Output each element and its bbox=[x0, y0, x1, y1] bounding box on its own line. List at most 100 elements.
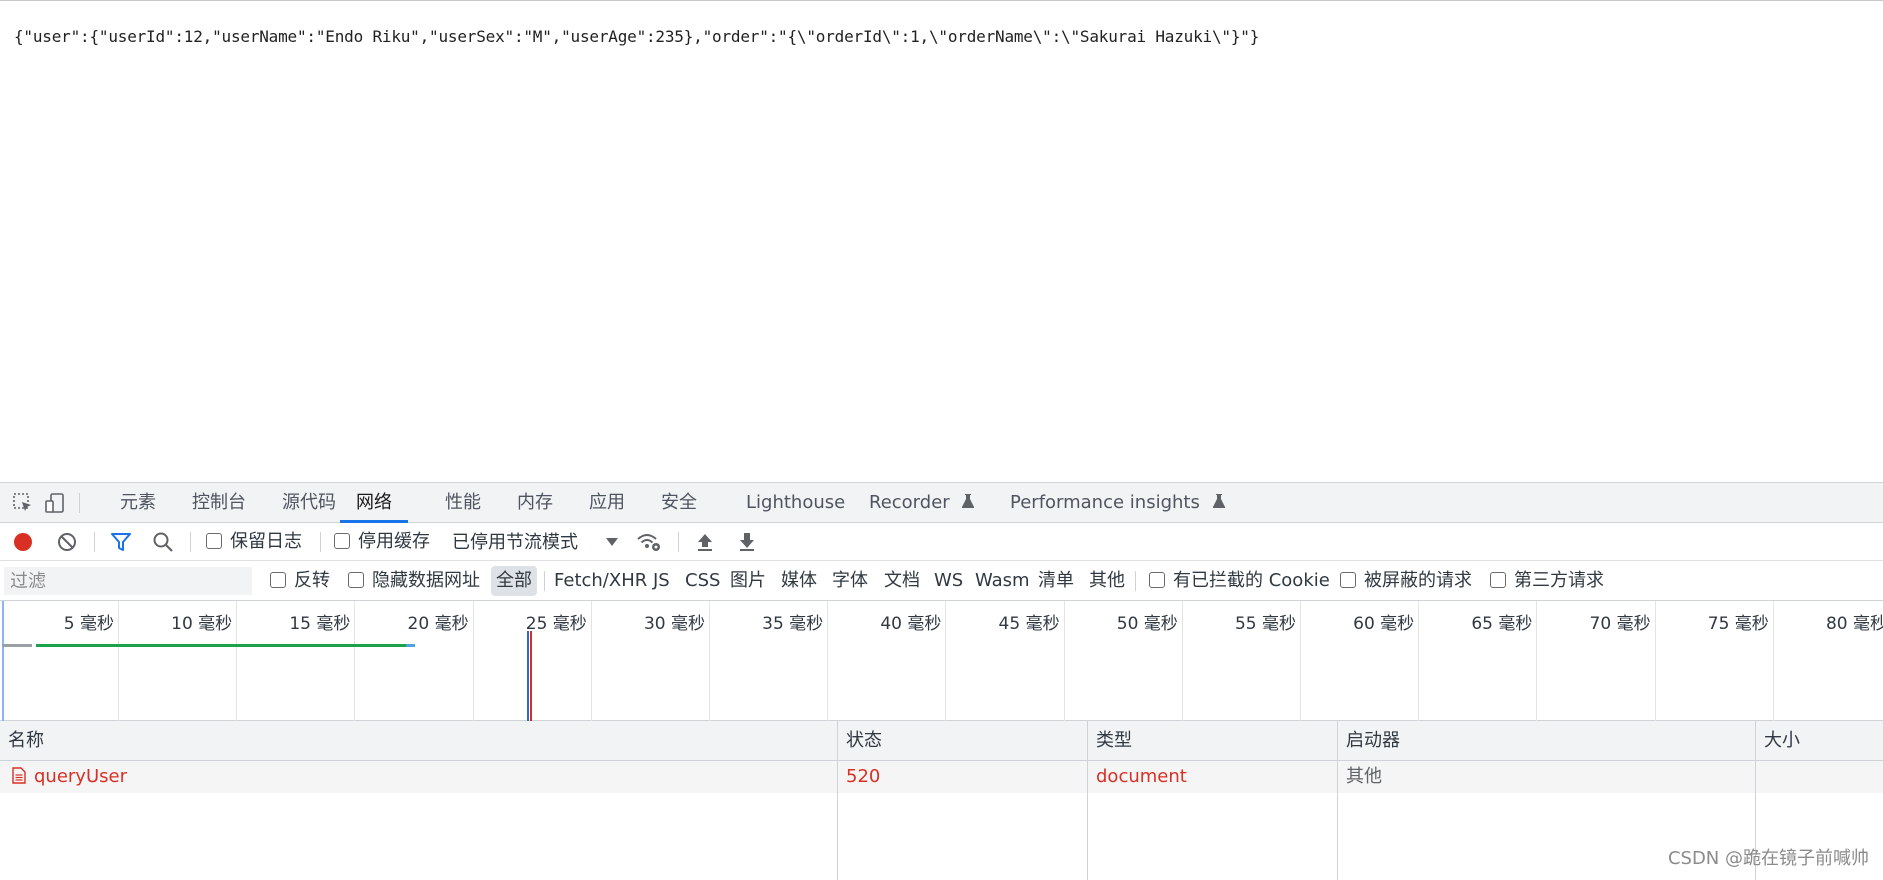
overview-tick-label: 45 毫秒 bbox=[998, 614, 1060, 634]
search-icon[interactable] bbox=[152, 531, 174, 553]
tab-network[interactable]: 网络 bbox=[340, 483, 408, 523]
blocked-requests-box[interactable] bbox=[1340, 572, 1356, 588]
column-divider[interactable] bbox=[1337, 721, 1338, 880]
type-filter-all[interactable]: 全部 bbox=[491, 566, 537, 596]
third-party-box[interactable] bbox=[1490, 572, 1506, 588]
overview-tick-label: 80 毫秒 bbox=[1825, 614, 1883, 634]
overview-gridline bbox=[1654, 601, 1656, 721]
column-header-initiator[interactable]: 启动器 bbox=[1338, 721, 1400, 761]
invert-box[interactable] bbox=[270, 572, 286, 588]
filter-icon[interactable] bbox=[110, 531, 132, 553]
type-filter-fetch-xhr[interactable]: Fetch/XHR bbox=[549, 566, 652, 596]
devtools-tabbar: 元素 控制台 源代码 网络 性能 内存 应用 安全 Lighthouse Rec… bbox=[0, 483, 1883, 523]
overview-gridline bbox=[709, 601, 710, 721]
hide-data-urls-checkbox[interactable]: 隐藏数据网址 bbox=[348, 561, 480, 601]
filter-separator bbox=[1135, 571, 1136, 591]
preserve-log-checkbox[interactable]: 保留日志 bbox=[206, 523, 302, 561]
overview-gridline bbox=[827, 601, 829, 721]
export-har-icon[interactable] bbox=[736, 531, 758, 553]
overview-gridline bbox=[1418, 601, 1420, 721]
blocked-requests-checkbox[interactable]: 被屏蔽的请求 bbox=[1340, 561, 1472, 601]
column-header-type[interactable]: 类型 bbox=[1088, 721, 1132, 761]
request-name-cell[interactable]: queryUser bbox=[4, 761, 127, 793]
blocked-cookies-checkbox[interactable]: 有已拦截的 Cookie bbox=[1149, 561, 1330, 601]
overview-gridline bbox=[1536, 601, 1538, 721]
throttling-value: 已停用节流模式 bbox=[452, 532, 578, 553]
tab-performance-insights[interactable]: Performance insights bbox=[1010, 483, 1226, 523]
type-filter-ws[interactable]: WS bbox=[929, 566, 968, 596]
hide-data-urls-box[interactable] bbox=[348, 572, 364, 588]
tab-performance[interactable]: 性能 bbox=[445, 483, 481, 523]
tab-sources[interactable]: 源代码 bbox=[282, 483, 336, 523]
filter-input[interactable] bbox=[4, 567, 252, 595]
preserve-log-box[interactable] bbox=[206, 533, 222, 549]
type-filter-wasm[interactable]: Wasm bbox=[970, 566, 1035, 596]
clear-icon[interactable] bbox=[56, 531, 78, 553]
type-filter-font[interactable]: 字体 bbox=[827, 566, 873, 596]
overview-tick-label: 35 毫秒 bbox=[762, 614, 824, 634]
tab-recorder-label: Recorder bbox=[869, 492, 950, 513]
overview-tick-label: 50 毫秒 bbox=[1116, 614, 1178, 634]
network-conditions-icon[interactable] bbox=[636, 531, 660, 553]
toolbar-separator bbox=[190, 532, 191, 552]
network-toolbar: 保留日志 停用缓存 已停用节流模式 bbox=[0, 523, 1883, 561]
inspect-element-icon[interactable] bbox=[12, 492, 34, 514]
tab-console[interactable]: 控制台 bbox=[192, 483, 246, 523]
column-divider[interactable] bbox=[1087, 721, 1088, 880]
request-name: queryUser bbox=[34, 766, 127, 787]
type-filter-img[interactable]: 图片 bbox=[725, 566, 771, 596]
overview-tick-label: 5 毫秒 bbox=[63, 614, 114, 634]
overview-gridline bbox=[1181, 601, 1183, 721]
overview-gridline bbox=[945, 601, 947, 721]
column-divider[interactable] bbox=[837, 721, 838, 880]
network-overview-timeline[interactable]: 5 毫秒 10 毫秒 15 毫秒 20 毫秒 25 毫秒 30 毫秒 35 毫秒 40 毫秒 4… bbox=[0, 601, 1883, 721]
hide-data-urls-label: 隐藏数据网址 bbox=[372, 570, 480, 591]
overview-tick-label: 60 毫秒 bbox=[1353, 614, 1415, 634]
tab-elements[interactable]: 元素 bbox=[120, 483, 156, 523]
type-filter-js[interactable]: JS bbox=[648, 566, 675, 596]
type-filter-other[interactable]: 其他 bbox=[1084, 566, 1130, 596]
tab-memory[interactable]: 内存 bbox=[517, 483, 553, 523]
import-har-icon[interactable] bbox=[694, 531, 716, 553]
column-header-status[interactable]: 状态 bbox=[838, 721, 882, 761]
overview-tick-label: 30 毫秒 bbox=[643, 614, 705, 634]
table-header: 名称 状态 类型 启动器 大小 bbox=[0, 721, 1883, 761]
disable-cache-checkbox[interactable]: 停用缓存 bbox=[334, 523, 430, 561]
overview-start-handle[interactable] bbox=[2, 601, 4, 721]
type-filter-media[interactable]: 媒体 bbox=[776, 566, 822, 596]
toolbar-separator bbox=[678, 532, 679, 552]
overview-tick-label: 15 毫秒 bbox=[289, 614, 351, 634]
overview-tick-label: 55 毫秒 bbox=[1234, 614, 1296, 634]
request-status-cell: 520 bbox=[846, 766, 881, 787]
filter-bar: 反转 隐藏数据网址 全部 Fetch/XHR JS CSS 图片 媒体 字体 文… bbox=[0, 561, 1883, 601]
disable-cache-box[interactable] bbox=[334, 533, 350, 549]
tab-security[interactable]: 安全 bbox=[661, 483, 697, 523]
column-header-size[interactable]: 大小 bbox=[1756, 721, 1800, 761]
tabbar-separator bbox=[79, 493, 80, 513]
overview-waiting-bar bbox=[36, 644, 406, 647]
csdn-watermark: CSDN @跪在镜子前喊帅 bbox=[1667, 848, 1869, 869]
invert-checkbox[interactable]: 反转 bbox=[270, 561, 330, 601]
invert-label: 反转 bbox=[294, 570, 330, 591]
request-size-cell bbox=[1756, 761, 1764, 793]
overview-gridline bbox=[472, 601, 474, 721]
tab-recorder[interactable]: Recorder bbox=[869, 483, 975, 523]
third-party-checkbox[interactable]: 第三方请求 bbox=[1490, 561, 1604, 601]
request-table: 名称 状态 类型 启动器 大小 queryUser 520 document 其… bbox=[0, 721, 1883, 880]
overview-tick-label: 10 毫秒 bbox=[171, 614, 233, 634]
overview-gridline bbox=[1300, 601, 1301, 721]
throttling-select[interactable]: 已停用节流模式 bbox=[452, 523, 618, 561]
type-filter-css[interactable]: CSS bbox=[680, 566, 725, 596]
type-filter-doc[interactable]: 文档 bbox=[879, 566, 925, 596]
device-toolbar-icon[interactable] bbox=[44, 492, 66, 514]
overview-tick-label: 70 毫秒 bbox=[1589, 614, 1651, 634]
record-icon[interactable] bbox=[12, 531, 34, 553]
overview-gridline bbox=[236, 601, 238, 721]
blocked-cookies-box[interactable] bbox=[1149, 572, 1165, 588]
tab-lighthouse[interactable]: Lighthouse bbox=[746, 483, 845, 523]
column-header-name[interactable]: 名称 bbox=[0, 721, 44, 761]
type-filter-manifest[interactable]: 清单 bbox=[1033, 566, 1079, 596]
tab-application[interactable]: 应用 bbox=[589, 483, 625, 523]
disable-cache-label: 停用缓存 bbox=[358, 531, 430, 552]
table-row[interactable]: queryUser 520 document 其他 bbox=[0, 761, 1883, 793]
